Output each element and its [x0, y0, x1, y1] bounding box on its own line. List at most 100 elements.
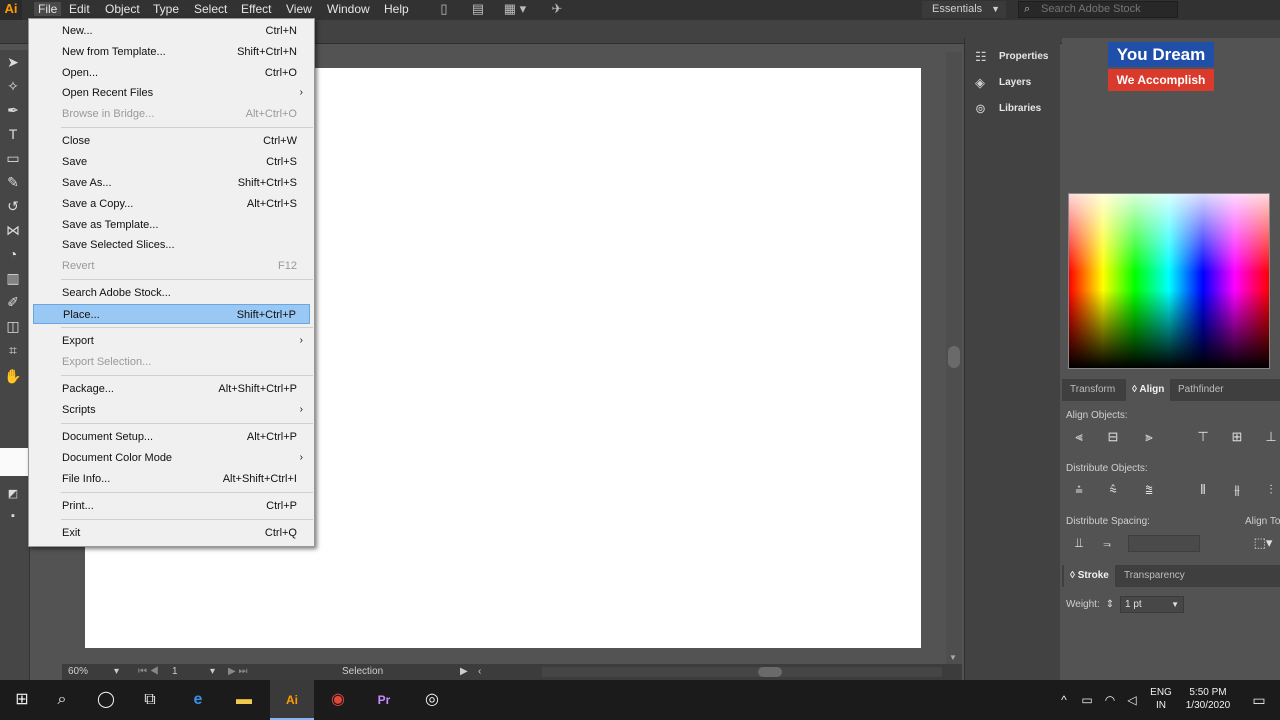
vertical-distribute-bottom-icon[interactable]: ⩰ — [1140, 482, 1158, 498]
illustrator-taskbar-icon[interactable]: Ai — [270, 680, 314, 720]
artboard-tool-icon[interactable]: ⌗ — [2, 340, 24, 360]
type-tool-icon[interactable]: T — [2, 124, 24, 144]
menu-item-export[interactable]: Export › — [33, 331, 310, 351]
menu-item-package[interactable]: Package... Alt+Shift+Ctrl+P — [33, 379, 310, 399]
cortana-icon[interactable]: ◯ — [84, 680, 128, 720]
task-view-icon[interactable]: ⧉ — [128, 680, 172, 720]
tray-expand-icon[interactable]: ^ — [1054, 680, 1074, 720]
arrange-documents-icon[interactable]: ▦ ▾ — [500, 1, 530, 17]
graph-tool-icon[interactable]: ▥ — [2, 268, 24, 288]
menu-edit[interactable]: Edit — [69, 2, 90, 16]
menu-item-file-info[interactable]: File Info... Alt+Shift+Ctrl+I — [33, 469, 310, 489]
zoom-chevron-icon[interactable]: ▾ — [114, 666, 119, 678]
menu-item-new[interactable]: New... Ctrl+N — [33, 21, 310, 41]
fill-swatch[interactable] — [0, 448, 30, 476]
horizontal-distribute-right-icon[interactable]: ⫶ — [1262, 482, 1280, 498]
horizontal-distribute-center-icon[interactable]: ⫵ — [1228, 482, 1246, 498]
hand-tool-icon[interactable]: ✋ — [2, 366, 24, 386]
stock-search-field[interactable]: ⌕ — [1018, 1, 1178, 18]
eyedropper-tool-icon[interactable]: ✐ — [2, 292, 24, 312]
tab-transform[interactable]: Transform — [1064, 379, 1121, 401]
file-explorer-icon[interactable]: ▬ — [222, 680, 266, 720]
premiere-icon[interactable]: Pr — [362, 680, 406, 720]
artboard-number[interactable]: 1 — [172, 666, 178, 678]
menu-item-save-template[interactable]: Save as Template... — [33, 215, 310, 235]
dock-properties[interactable]: ☷ Properties — [973, 46, 1057, 68]
menu-select[interactable]: Select — [194, 2, 227, 16]
menu-window[interactable]: Window — [327, 2, 370, 16]
align-to-selection-icon[interactable]: ⬚▾ — [1250, 535, 1276, 551]
zoom-level[interactable]: 60% — [68, 666, 88, 678]
artboard-chevron-icon[interactable]: ▾ — [210, 666, 215, 678]
next-artboard-icon[interactable]: ▶ ⏭ — [228, 666, 247, 678]
vertical-distribute-center-icon[interactable]: ⩯ — [1104, 482, 1122, 498]
shape-builder-tool-icon[interactable]: ◔ — [2, 244, 24, 264]
app-circle-icon[interactable]: ◎ — [410, 680, 454, 720]
stroke-weight-input[interactable]: 1 pt ▼ — [1120, 596, 1184, 613]
battery-icon[interactable]: ▭ — [1076, 680, 1098, 720]
spacing-input[interactable] — [1128, 535, 1200, 552]
tab-pathfinder[interactable]: Pathfinder — [1172, 379, 1230, 401]
vertical-align-bottom-icon[interactable]: ⊥ — [1262, 429, 1280, 445]
menu-item-save-slices[interactable]: Save Selected Slices... — [33, 235, 310, 255]
vertical-distribute-top-icon[interactable]: ⩮ — [1070, 482, 1088, 498]
volume-icon[interactable]: ◁ — [1122, 680, 1142, 720]
menu-item-scripts[interactable]: Scripts › — [33, 400, 310, 420]
tab-transparency[interactable]: Transparency — [1118, 565, 1191, 587]
menu-item-save-copy[interactable]: Save a Copy... Alt+Ctrl+S — [33, 194, 310, 214]
rotate-tool-icon[interactable]: ↺ — [2, 196, 24, 216]
tab-stroke[interactable]: ◊ Stroke — [1064, 565, 1115, 587]
menu-item-print[interactable]: Print... Ctrl+P — [33, 496, 310, 516]
language-indicator[interactable]: ENG IN — [1144, 680, 1178, 720]
status-menu-icon[interactable]: ▶ — [460, 666, 468, 678]
menu-view[interactable]: View — [286, 2, 312, 16]
horizontal-align-left-icon[interactable]: ⫷ — [1070, 429, 1088, 445]
tab-align[interactable]: ◊ Align — [1126, 379, 1171, 401]
vertical-align-top-icon[interactable]: ⊤ — [1194, 429, 1212, 445]
horizontal-distribute-left-icon[interactable]: ⫴ — [1194, 482, 1212, 498]
dock-layers[interactable]: ◈ Layers — [973, 72, 1057, 94]
stock-icon[interactable]: ▤ — [470, 1, 486, 17]
horizontal-scrollbar[interactable] — [542, 667, 942, 677]
fill-stroke-icon[interactable]: ◩ — [2, 484, 24, 504]
magic-wand-tool-icon[interactable]: ✧ — [2, 76, 24, 96]
stock-search-input[interactable] — [1041, 3, 1171, 15]
workspace-switcher[interactable]: Essentials ▼ — [922, 1, 1006, 18]
windows-start-icon[interactable]: ⊞ — [0, 680, 44, 720]
menu-item-place[interactable]: Place... Shift+Ctrl+P — [33, 304, 310, 324]
horizontal-distribute-space-icon[interactable]: ⫬ — [1098, 535, 1116, 551]
menu-item-new-from-template[interactable]: New from Template... Shift+Ctrl+N — [33, 42, 310, 62]
menu-item-open-recent[interactable]: Open Recent Files › — [33, 83, 310, 103]
vertical-scrollbar[interactable]: ▼ — [946, 52, 962, 664]
menu-file[interactable]: File — [34, 2, 62, 16]
menu-item-save[interactable]: Save Ctrl+S — [33, 152, 310, 172]
weight-stepper-icon[interactable]: ⇕ — [1104, 597, 1116, 613]
dock-libraries[interactable]: ⊚ Libraries — [973, 98, 1057, 120]
chrome-icon[interactable]: ◉ — [316, 680, 360, 720]
menu-item-document-setup[interactable]: Document Setup... Alt+Ctrl+P — [33, 427, 310, 447]
edge-icon[interactable]: e — [176, 680, 220, 720]
wifi-icon[interactable]: ◠ — [1100, 680, 1120, 720]
scrollbar-thumb[interactable] — [948, 346, 960, 368]
rectangle-tool-icon[interactable]: ▭ — [2, 148, 24, 168]
color-spectrum[interactable] — [1068, 193, 1270, 369]
scroll-left-icon[interactable]: ‹ — [478, 666, 481, 678]
clock[interactable]: 5:50 PM 1/30/2020 — [1180, 680, 1236, 720]
symbol-sprayer-tool-icon[interactable]: ◫ — [2, 316, 24, 336]
notifications-icon[interactable]: ▭ — [1244, 680, 1274, 720]
color-mode-icon[interactable]: ▪ — [2, 506, 24, 526]
menu-help[interactable]: Help — [384, 2, 409, 16]
menu-item-color-mode[interactable]: Document Color Mode › — [33, 448, 310, 468]
menu-object[interactable]: Object — [105, 2, 140, 16]
horizontal-align-center-icon[interactable]: ⊟ — [1104, 429, 1122, 445]
width-tool-icon[interactable]: ⋈ — [2, 220, 24, 240]
menu-effect[interactable]: Effect — [241, 2, 271, 16]
paintbrush-tool-icon[interactable]: ✎ — [2, 172, 24, 192]
menu-type[interactable]: Type — [153, 2, 179, 16]
pen-tool-icon[interactable]: ✒ — [2, 100, 24, 120]
horizontal-align-right-icon[interactable]: ⫸ — [1140, 429, 1158, 445]
menu-item-close[interactable]: Close Ctrl+W — [33, 131, 310, 151]
scroll-down-icon[interactable]: ▼ — [949, 653, 957, 662]
search-icon[interactable]: ⌕ — [40, 680, 84, 720]
selection-tool-icon[interactable]: ➤ — [2, 52, 24, 72]
